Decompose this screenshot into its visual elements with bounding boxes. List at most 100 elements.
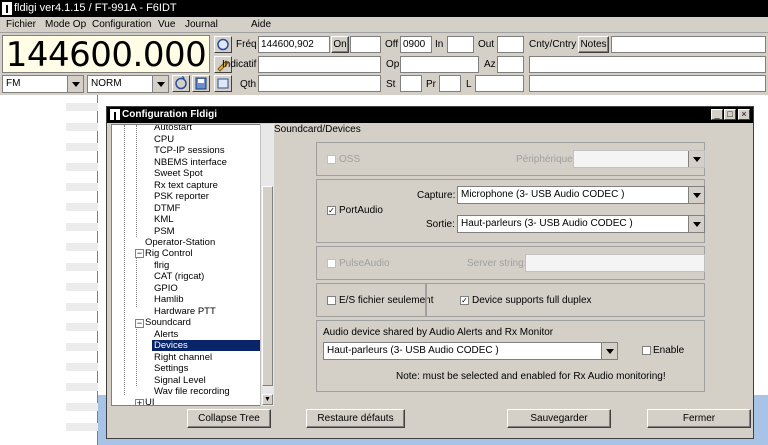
tree-item-psm[interactable]: PSM <box>154 226 175 237</box>
server-string-field[interactable] <box>525 254 705 272</box>
window-title: fldigi ver4.1.15 / FT-991A - F6IDT <box>14 2 177 14</box>
country-field[interactable] <box>529 56 766 73</box>
tree-item-rig-control[interactable]: Rig Control <box>145 248 193 259</box>
op-name-field[interactable] <box>400 56 479 73</box>
collapse-icon[interactable]: − <box>135 319 144 328</box>
portaudio-checkbox[interactable]: ✓ <box>327 206 336 215</box>
rx-text-panel[interactable] <box>0 95 98 445</box>
server-string-label: Server string: <box>467 258 527 269</box>
rst-in-field[interactable] <box>447 36 474 53</box>
store-freq-button[interactable] <box>192 75 210 92</box>
portaudio-group: ✓ PortAudio Capture: Microphone (3- USB … <box>316 179 705 243</box>
off-label: Off <box>385 39 399 50</box>
swap-icon <box>175 75 187 90</box>
file-io-group: E/S fichier seulement <box>316 283 434 317</box>
state-field[interactable] <box>400 75 422 92</box>
maximize-icon[interactable]: □ <box>724 109 736 120</box>
tree-item-settings[interactable]: Settings <box>154 363 188 374</box>
chevron-down-icon <box>67 76 83 92</box>
minimize-icon[interactable]: _ <box>711 109 723 120</box>
tree-item-cpu[interactable]: CPU <box>154 134 174 145</box>
notes-field[interactable] <box>611 36 766 53</box>
fldigi-app-icon <box>110 109 120 120</box>
tree-item-alerts[interactable]: Alerts <box>154 329 178 340</box>
menu-aide[interactable]: Aide <box>251 19 271 30</box>
azimuth-field[interactable] <box>497 56 524 73</box>
extra-field[interactable] <box>529 75 766 92</box>
menu-vue[interactable]: Vue <box>158 19 175 30</box>
file-io-label: E/S fichier seulement <box>339 295 434 306</box>
scroll-down-icon[interactable]: ▼ <box>262 394 273 405</box>
playback-device-select[interactable]: Haut-parleurs (3- USB Audio CODEC ) <box>457 215 705 233</box>
tree-item-ui[interactable]: UI <box>145 397 155 405</box>
qth-label: Qth <box>240 79 257 90</box>
tree-item-tcp-ip[interactable]: TCP-IP sessions <box>154 145 225 156</box>
tree-item-gpio[interactable]: GPIO <box>154 283 178 294</box>
qth-field[interactable] <box>258 75 381 92</box>
freq-sync-button[interactable] <box>214 36 232 53</box>
restore-defaults-button[interactable]: Restaure défauts <box>306 409 405 428</box>
full-duplex-checkbox[interactable]: ✓ <box>460 296 469 305</box>
save-button[interactable]: Sauvegarder <box>507 409 611 428</box>
oss-checkbox[interactable] <box>327 155 336 164</box>
menu-mode-op[interactable]: Mode Op <box>45 19 86 30</box>
locator-field[interactable] <box>475 75 524 92</box>
freq-field[interactable]: 144600,902 <box>258 36 330 53</box>
tree-item-hardware-ptt[interactable]: Hardware PTT <box>154 306 216 317</box>
tree-item-psk-reporter[interactable]: PSK reporter <box>154 191 209 202</box>
oss-group: OSS Périphérique: <box>316 142 705 176</box>
mode-select-value: FM <box>6 78 21 89</box>
duplex-group: ✓ Device supports full duplex <box>426 283 705 317</box>
on-time-button[interactable]: On <box>331 36 349 53</box>
on-time-field[interactable] <box>350 36 381 53</box>
tree-item-rx-text-capture[interactable]: Rx text capture <box>154 180 218 191</box>
frequency-display[interactable]: 144600.000 <box>2 35 210 74</box>
oss-device-label: Périphérique: <box>516 154 576 165</box>
call-field[interactable] <box>258 56 381 73</box>
tree-item-autostart[interactable]: Autostart <box>154 125 192 133</box>
tree-item-kml[interactable]: KML <box>154 214 174 225</box>
tree-scrollbar[interactable]: ▼ <box>260 124 274 406</box>
tree-item-soundcard[interactable]: Soundcard <box>145 317 191 328</box>
mode-select[interactable]: FM <box>2 75 84 93</box>
province-field[interactable] <box>439 75 461 92</box>
tree-item-nbems[interactable]: NBEMS interface <box>154 157 227 168</box>
menu-fichier[interactable]: Fichier <box>6 19 36 30</box>
playback-device-value: Haut-parleurs (3- USB Audio CODEC ) <box>461 218 633 229</box>
tree-item-devices[interactable]: Devices <box>152 340 262 351</box>
qsy-button[interactable] <box>172 75 190 92</box>
close-button[interactable]: Fermer <box>647 409 751 428</box>
qth-lookup-button[interactable] <box>214 75 232 92</box>
collapse-tree-button[interactable]: Collapse Tree <box>187 409 271 428</box>
notes-button[interactable]: Notes <box>578 36 609 53</box>
capture-device-select[interactable]: Microphone (3- USB Audio CODEC ) <box>457 186 705 204</box>
file-io-checkbox[interactable] <box>327 296 336 305</box>
expand-icon[interactable]: + <box>135 399 144 405</box>
tree-item-wav-recording[interactable]: Wav file recording <box>154 386 230 397</box>
scrollbar-thumb[interactable] <box>262 186 273 386</box>
tree-item-sweet-spot[interactable]: Sweet Spot <box>154 168 203 179</box>
menu-configuration[interactable]: Configuration <box>92 19 151 30</box>
dialog-title: Configuration Fldigi <box>122 109 217 120</box>
alerts-device-select[interactable]: Haut-parleurs (3- USB Audio CODEC ) <box>323 342 618 360</box>
enable-checkbox[interactable] <box>642 346 651 355</box>
playback-label: Sortie: <box>426 219 455 230</box>
tree-item-hamlib[interactable]: Hamlib <box>154 294 184 305</box>
pulseaudio-label: PulseAudio <box>339 258 390 269</box>
off-time-field[interactable]: 0900 <box>400 36 432 53</box>
tree-item-cat[interactable]: CAT (rigcat) <box>154 271 204 282</box>
alerts-device-value: Haut-parleurs (3- USB Audio CODEC ) <box>327 345 499 356</box>
close-icon[interactable]: × <box>738 109 750 120</box>
oss-device-select[interactable] <box>573 150 705 168</box>
tree-item-operator-station[interactable]: Operator-Station <box>145 237 215 248</box>
tree-item-dtmf[interactable]: DTMF <box>154 203 180 214</box>
menu-journal[interactable]: Journal <box>185 19 218 30</box>
tree-item-flrig[interactable]: flrig <box>154 260 169 271</box>
bandwidth-select[interactable]: NORM <box>87 75 169 93</box>
pulseaudio-checkbox[interactable] <box>327 259 336 268</box>
menubar: Fichier Mode Op Configuration Vue Journa… <box>0 17 768 33</box>
collapse-icon[interactable]: − <box>135 249 144 258</box>
rst-out-field[interactable] <box>497 36 524 53</box>
tree-item-signal-level[interactable]: Signal Level <box>154 375 206 386</box>
tree-item-right-channel[interactable]: Right channel <box>154 352 212 363</box>
